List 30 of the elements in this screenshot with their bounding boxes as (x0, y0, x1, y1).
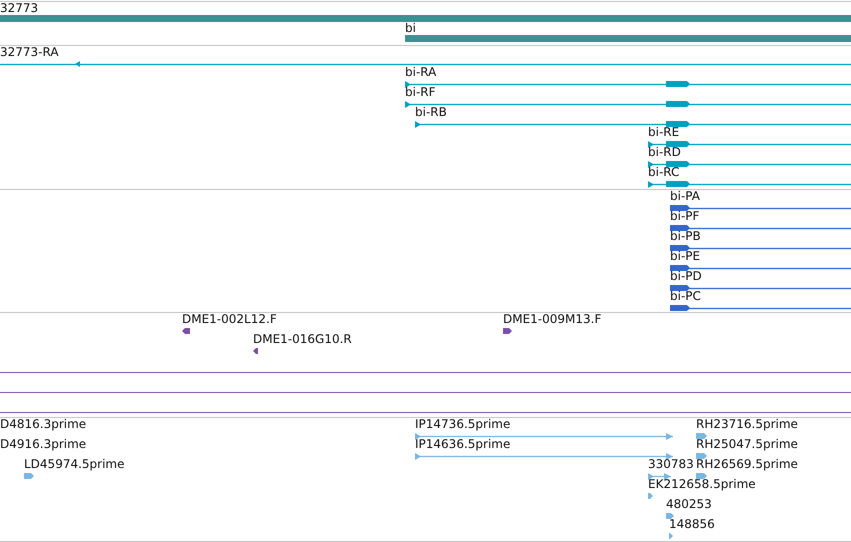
est-label: D4916.3prime (0, 437, 86, 451)
transcript-label: 32773-RA (0, 46, 59, 59)
est-label: 330783 (648, 457, 694, 471)
gene-label: 32773 (0, 2, 38, 15)
primer-label: DME1-009M13.F (503, 313, 602, 326)
gene-label: bi (405, 21, 416, 35)
est-label: IP14636.5prime (415, 437, 510, 451)
protein-label: bi-PD (670, 269, 702, 283)
primer-label: DME1-002L12.F (182, 313, 277, 326)
transcript-label: bi-RD (648, 145, 681, 159)
protein-label: bi-PB (670, 229, 701, 243)
protein-label: bi-PC (670, 289, 701, 303)
transcript-label: bi-RE (648, 125, 680, 139)
protein-label: bi-PE (670, 249, 700, 263)
primer-label: DME1-016G10.R (253, 332, 352, 346)
est-label: RH26569.5prime (696, 457, 798, 471)
est-label: IP14736.5prime (415, 418, 510, 431)
est-label: RH23716.5prime (696, 418, 798, 431)
protein-label: bi-PA (670, 190, 700, 203)
est-label: 480253 (666, 497, 712, 511)
transcript-label: bi-RA (405, 65, 436, 79)
est-label: RH25047.5prime (696, 437, 798, 451)
est-label: 148856 (669, 517, 715, 531)
est-label: EK212658.5prime (648, 477, 756, 491)
protein-label: bi-PF (670, 209, 700, 223)
est-label: D4816.3prime (0, 418, 86, 431)
transcript-label: bi-RC (648, 165, 680, 179)
transcript-label: bi-RB (415, 105, 447, 119)
est-label: LD45974.5prime (24, 457, 125, 471)
transcript-label: bi-RF (405, 85, 436, 99)
